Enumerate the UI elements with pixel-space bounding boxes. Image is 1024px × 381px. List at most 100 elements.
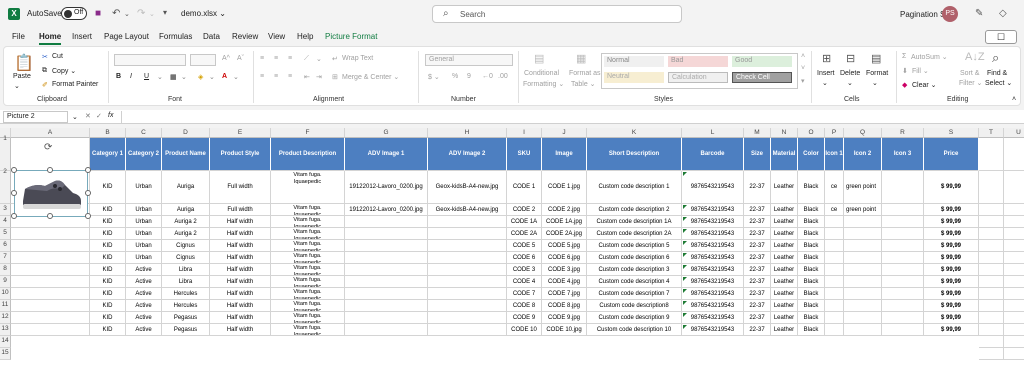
empty-cell[interactable] xyxy=(1004,204,1024,216)
table-cell[interactable] xyxy=(428,228,507,240)
table-cell[interactable] xyxy=(428,300,507,312)
table-cell[interactable]: 9876543219543 xyxy=(682,204,744,216)
italic-icon[interactable]: I xyxy=(130,73,132,80)
column-title-cell[interactable]: Short Description xyxy=(587,138,682,171)
cancel-icon[interactable]: ✕ xyxy=(85,112,91,120)
font-size-select[interactable] xyxy=(190,54,216,66)
table-cell[interactable] xyxy=(844,264,882,276)
table-cell[interactable] xyxy=(882,252,924,264)
table-cell[interactable] xyxy=(825,252,844,264)
column-title-cell[interactable]: Barcode xyxy=(682,138,744,171)
table-cell[interactable]: CODE 9 xyxy=(507,312,542,324)
table-cell[interactable]: CODE 7 xyxy=(507,288,542,300)
table-cell[interactable] xyxy=(345,288,428,300)
clear-icon[interactable]: ◆ xyxy=(902,81,907,89)
table-cell[interactable] xyxy=(345,264,428,276)
table-cell[interactable]: Custom code description 2A xyxy=(587,228,682,240)
table-cell[interactable]: 22-37 xyxy=(744,288,771,300)
table-cell[interactable]: Vitam fuga. Iquaepedic xyxy=(271,288,345,300)
table-cell[interactable]: CODE 2 xyxy=(507,204,542,216)
table-cell[interactable]: 22-37 xyxy=(744,264,771,276)
table-cell[interactable]: 22-37 xyxy=(744,300,771,312)
empty-cell[interactable] xyxy=(979,216,1004,228)
column-title-cell[interactable]: Category 2 xyxy=(126,138,162,171)
table-cell[interactable] xyxy=(11,240,90,252)
format-as-table-button[interactable]: Format as xyxy=(569,70,601,77)
align-left-icon[interactable]: ≡ xyxy=(260,73,264,80)
table-cell[interactable] xyxy=(11,252,90,264)
table-cell[interactable] xyxy=(882,216,924,228)
decrease-indent-icon[interactable]: ⇤ xyxy=(304,73,310,81)
table-cell[interactable] xyxy=(844,216,882,228)
comma-icon[interactable]: 9 xyxy=(467,73,471,80)
font-color-dropdown-icon[interactable]: ⌄ xyxy=(233,73,239,81)
table-cell[interactable]: Black xyxy=(798,216,825,228)
table-cell[interactable]: Leather xyxy=(771,216,798,228)
borders-dropdown-icon[interactable]: ⌄ xyxy=(181,73,187,81)
resize-handle[interactable] xyxy=(85,190,91,196)
table-cell[interactable] xyxy=(345,324,428,336)
table-cell[interactable]: Custom code description 3 xyxy=(587,264,682,276)
table-cell[interactable]: Full width xyxy=(210,204,271,216)
empty-cell[interactable] xyxy=(979,264,1004,276)
table-cell[interactable]: Leather xyxy=(771,252,798,264)
paste-dropdown-icon[interactable]: ⌄ xyxy=(14,82,20,90)
table-cell[interactable]: KID xyxy=(90,240,126,252)
table-cell[interactable]: Auriga xyxy=(162,204,210,216)
search-box[interactable]: ⌕ Search xyxy=(432,5,682,23)
wrap-text-icon[interactable]: ↵ xyxy=(332,55,338,63)
column-header-h[interactable]: H xyxy=(428,128,507,138)
table-cell[interactable] xyxy=(882,324,924,336)
table-cell[interactable]: Urban xyxy=(126,240,162,252)
table-cell[interactable] xyxy=(428,240,507,252)
clear-button[interactable]: Clear ⌄ xyxy=(912,81,937,89)
table-cell[interactable]: Active xyxy=(126,324,162,336)
font-name-select[interactable] xyxy=(114,54,186,66)
column-header-t[interactable]: T xyxy=(979,128,1004,138)
column-header-i[interactable]: I xyxy=(507,128,542,138)
table-cell[interactable]: $ 99,99 xyxy=(924,288,979,300)
column-title-cell[interactable]: Icon 1 xyxy=(825,138,844,171)
column-title-cell[interactable]: Material xyxy=(771,138,798,171)
table-cell[interactable]: Cignus xyxy=(162,240,210,252)
find-select-sub[interactable]: Select ⌄ xyxy=(985,79,1012,87)
table-cell[interactable] xyxy=(428,216,507,228)
sort-filter-button[interactable]: Sort & xyxy=(960,70,979,77)
borders-icon[interactable]: ▦ xyxy=(170,73,177,81)
column-title-cell[interactable]: Product Name xyxy=(162,138,210,171)
table-cell[interactable]: Black xyxy=(798,204,825,216)
table-cell[interactable] xyxy=(345,216,428,228)
table-cell[interactable] xyxy=(844,240,882,252)
table-cell[interactable]: KID xyxy=(90,276,126,288)
table-cell[interactable]: 22-37 xyxy=(744,240,771,252)
tab-review[interactable]: Review xyxy=(232,32,258,41)
table-cell[interactable] xyxy=(345,228,428,240)
tab-data[interactable]: Data xyxy=(203,32,220,41)
table-cell[interactable] xyxy=(882,228,924,240)
resize-handle[interactable] xyxy=(11,213,17,219)
name-box[interactable]: Picture 2 xyxy=(3,111,68,123)
table-cell[interactable]: 19122012-Lavoro_0200.jpg xyxy=(345,204,428,216)
table-cell[interactable] xyxy=(825,228,844,240)
fill-color-icon[interactable]: ◈ xyxy=(198,73,203,81)
column-title-cell[interactable]: Size xyxy=(744,138,771,171)
table-cell[interactable]: 9876543219543 xyxy=(682,324,744,336)
empty-cell[interactable] xyxy=(1004,312,1024,324)
orientation-icon[interactable]: ⟋ xyxy=(304,55,309,63)
tab-page-layout[interactable]: Page Layout xyxy=(104,32,149,41)
table-cell[interactable]: Leather xyxy=(771,240,798,252)
table-cell[interactable]: KID xyxy=(90,312,126,324)
insert-function-icon[interactable]: fx xyxy=(108,112,113,119)
table-cell[interactable]: Active xyxy=(126,276,162,288)
table-cell[interactable] xyxy=(882,288,924,300)
table-cell[interactable] xyxy=(882,264,924,276)
table-cell[interactable]: Vitam fuga. Iquaepedic xyxy=(271,252,345,264)
table-cell[interactable] xyxy=(844,300,882,312)
table-cell[interactable]: 9876543219543 xyxy=(682,264,744,276)
format-as-table-sub[interactable]: Table ⌄ xyxy=(571,80,596,88)
table-cell[interactable]: $ 99,99 xyxy=(924,240,979,252)
diamond-icon[interactable]: ◇ xyxy=(999,8,1007,19)
table-cell[interactable] xyxy=(825,324,844,336)
table-cell[interactable]: CODE 1 xyxy=(507,171,542,204)
merge-icon[interactable]: ⊞ xyxy=(332,73,338,81)
